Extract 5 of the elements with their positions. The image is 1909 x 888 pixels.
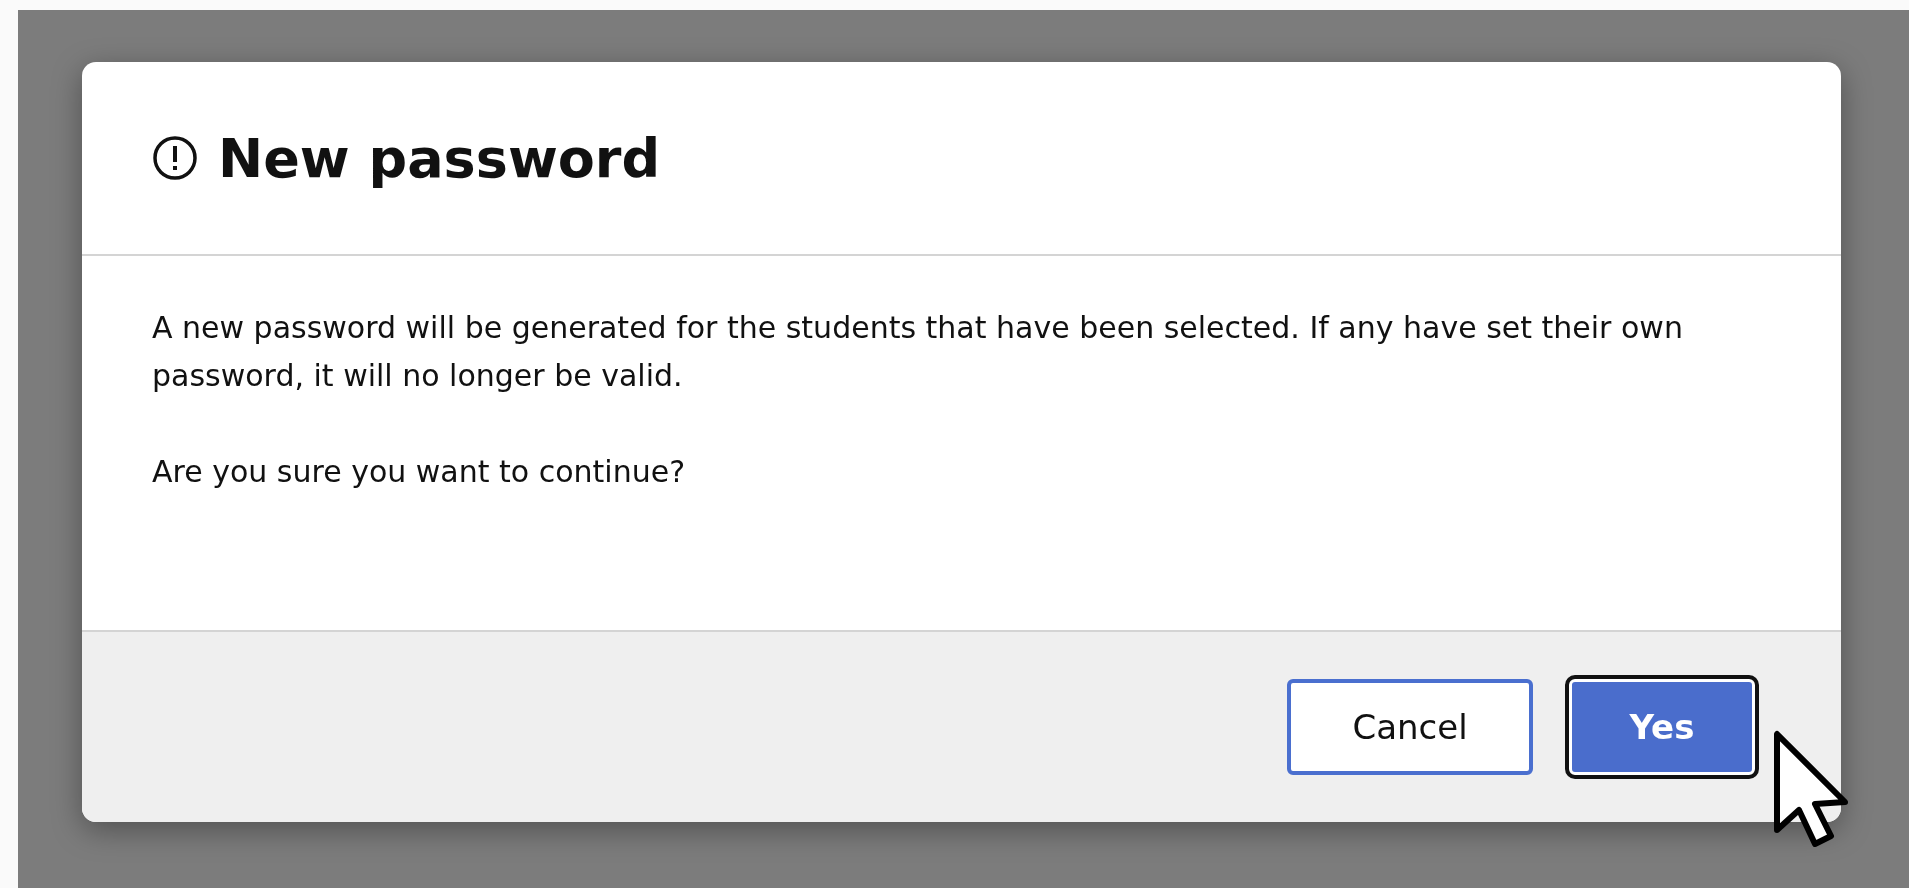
- alert-icon: [152, 135, 198, 181]
- dialog-message: A new password will be generated for the students that have been selected. If any have set their own password, it will no longer be valid.: [152, 309, 1684, 395]
- cancel-button[interactable]: Cancel: [1287, 679, 1533, 775]
- dialog-message: Are you sure you want to continue?: [152, 453, 687, 491]
- dialog-title: New password: [218, 126, 661, 190]
